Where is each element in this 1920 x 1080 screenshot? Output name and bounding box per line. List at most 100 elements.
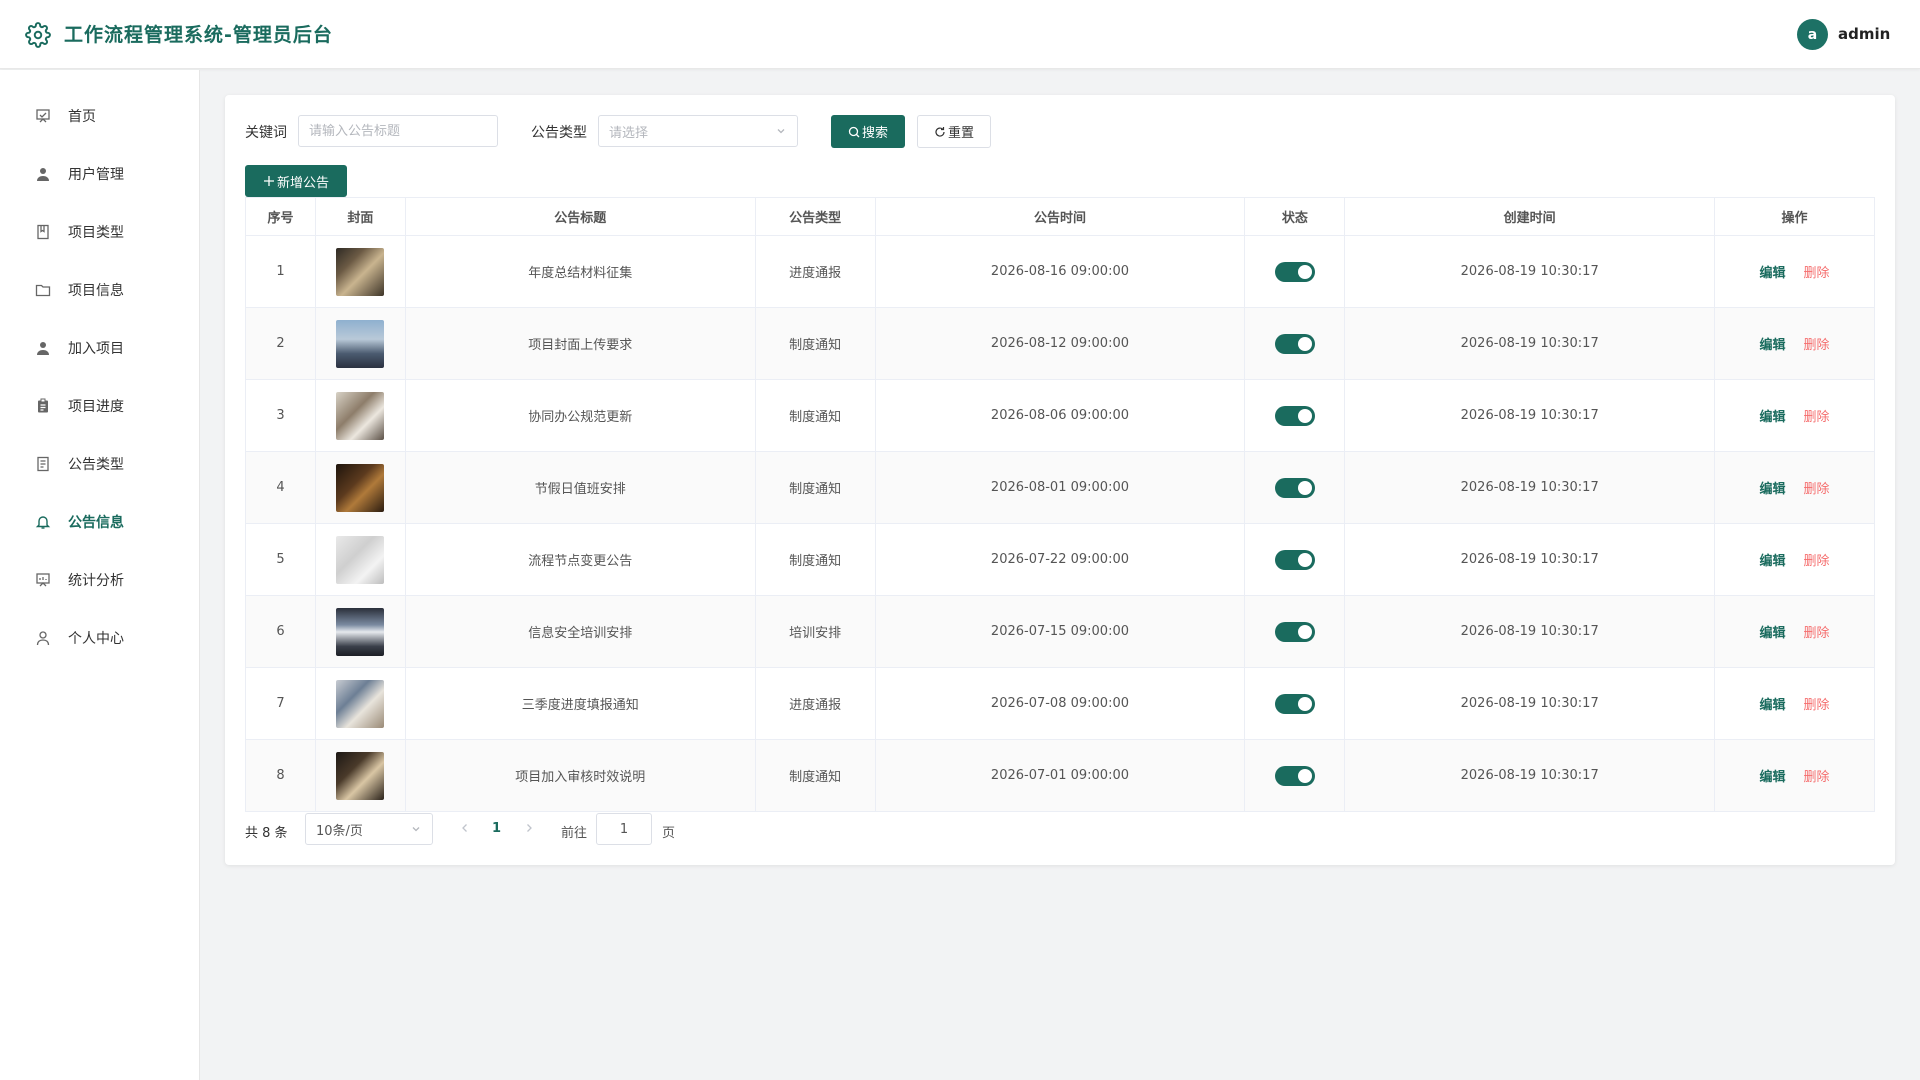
delete-button[interactable]: 删除 [1804, 554, 1830, 569]
status-toggle[interactable] [1274, 549, 1315, 570]
cover-image[interactable] [336, 751, 385, 800]
table-row: 7 三季度进度填报通知 进度通报 2026-07-08 09:00:00 202… [245, 667, 1875, 740]
search-button[interactable]: 搜索 [831, 115, 905, 148]
delete-button[interactable]: 删除 [1804, 410, 1830, 425]
status-toggle[interactable] [1274, 405, 1315, 426]
sidebar-item-statistics[interactable]: 统计分析 [0, 551, 199, 609]
pagination-total: 共 8 条 [245, 826, 288, 841]
status-toggle[interactable] [1274, 765, 1315, 786]
page-number[interactable]: 1 [492, 821, 501, 836]
edit-button[interactable]: 编辑 [1760, 482, 1786, 497]
sidebar-item-project-types[interactable]: 项目类型 [0, 203, 199, 261]
main-panel: 关键词 公告类型 请选择 搜索 重置 新增公告 序号 封面 公告标题 公告类型 … [225, 95, 1895, 865]
cover-image[interactable] [336, 463, 385, 512]
chevron-right-icon[interactable] [522, 821, 536, 835]
sidebar-item-project-progress[interactable]: 项目进度 [0, 377, 199, 435]
sidebar-item-join-project[interactable]: 加入项目 [0, 319, 199, 377]
notice-type: 制度通知 [754, 739, 876, 812]
table-row: 6 信息安全培训安排 培训安排 2026-07-15 09:00:00 2026… [245, 595, 1875, 668]
row-index: 4 [245, 451, 316, 524]
gear-icon [25, 22, 51, 48]
search-icon [848, 126, 860, 137]
edit-button[interactable]: 编辑 [1760, 626, 1786, 641]
username[interactable]: admin [1838, 25, 1890, 43]
delete-button[interactable]: 删除 [1804, 698, 1830, 713]
notice-time: 2026-07-22 09:00:00 [874, 523, 1246, 596]
row-index: 6 [245, 595, 316, 668]
edit-button[interactable]: 编辑 [1760, 698, 1786, 713]
add-notice-button[interactable]: 新增公告 [245, 165, 347, 197]
page-unit-label: 页 [662, 826, 676, 841]
sidebar-item-users[interactable]: 用户管理 [0, 145, 199, 203]
notice-title: 协同办公规范更新 [404, 379, 756, 452]
edit-button[interactable]: 编辑 [1760, 410, 1786, 425]
notice-title: 节假日值班安排 [404, 451, 756, 524]
notice-time: 2026-07-01 09:00:00 [874, 739, 1246, 812]
column-header: 状态 [1244, 197, 1346, 236]
notice-type-placeholder: 请选择 [609, 125, 649, 141]
cover-image[interactable] [336, 319, 385, 368]
keyword-input[interactable] [298, 115, 498, 147]
table-row: 3 协同办公规范更新 制度通知 2026-08-06 09:00:00 2026… [245, 379, 1875, 452]
status-toggle[interactable] [1274, 333, 1315, 354]
column-header: 序号 [245, 197, 316, 236]
bell-icon [34, 513, 52, 531]
notice-title: 信息安全培训安排 [404, 595, 756, 668]
notice-table: 序号 封面 公告标题 公告类型 公告时间 状态 创建时间 操作 1 年度总结材料… [245, 197, 1875, 812]
sidebar-item-notice-info[interactable]: 公告信息 [0, 493, 199, 551]
created-time: 2026-08-19 10:30:17 [1344, 523, 1716, 596]
sidebar: 首页 用户管理 项目类型 项目信息 加入项目 项目进度 公告类型 公告信息 统计… [0, 70, 200, 1080]
chevron-left-icon[interactable] [458, 821, 472, 835]
cover-image[interactable] [336, 607, 385, 656]
page-size-select[interactable]: 10条/页 [305, 813, 433, 845]
status-toggle[interactable] [1274, 477, 1315, 498]
status-toggle[interactable] [1274, 693, 1315, 714]
page-size-value: 10条/页 [316, 823, 363, 839]
chevron-down-icon [412, 827, 420, 832]
delete-button[interactable]: 删除 [1804, 266, 1830, 281]
delete-button[interactable]: 删除 [1804, 770, 1830, 785]
clipboard-icon [34, 397, 52, 415]
notice-time: 2026-08-12 09:00:00 [874, 307, 1246, 380]
notice-time: 2026-07-15 09:00:00 [874, 595, 1246, 668]
row-index: 3 [245, 379, 316, 452]
folder-icon [34, 281, 52, 299]
delete-button[interactable]: 删除 [1804, 482, 1830, 497]
status-toggle[interactable] [1274, 621, 1315, 642]
status-toggle[interactable] [1274, 261, 1315, 282]
keyword-label: 关键词 [245, 125, 287, 141]
edit-button[interactable]: 编辑 [1760, 770, 1786, 785]
delete-button[interactable]: 删除 [1804, 338, 1830, 353]
sidebar-item-notice-types[interactable]: 公告类型 [0, 435, 199, 493]
sidebar-item-project-info[interactable]: 项目信息 [0, 261, 199, 319]
table-row: 1 年度总结材料征集 进度通报 2026-08-16 09:00:00 2026… [245, 235, 1875, 308]
table-row: 5 流程节点变更公告 制度通知 2026-07-22 09:00:00 2026… [245, 523, 1875, 596]
cover-image[interactable] [336, 535, 385, 584]
sidebar-item-home[interactable]: 首页 [0, 87, 199, 145]
sidebar-item-label: 用户管理 [68, 167, 124, 183]
user-add-icon [34, 339, 52, 357]
column-header: 公告类型 [754, 197, 876, 236]
avatar[interactable]: a [1797, 19, 1828, 50]
created-time: 2026-08-19 10:30:17 [1344, 379, 1716, 452]
created-time: 2026-08-19 10:30:17 [1344, 235, 1716, 308]
notice-type: 制度通知 [754, 523, 876, 596]
row-index: 2 [245, 307, 316, 380]
column-header: 封面 [314, 197, 406, 236]
refresh-icon [935, 126, 945, 137]
edit-button[interactable]: 编辑 [1760, 338, 1786, 353]
table-header-row: 序号 封面 公告标题 公告类型 公告时间 状态 创建时间 操作 [245, 197, 1875, 236]
edit-button[interactable]: 编辑 [1760, 554, 1786, 569]
cover-image[interactable] [336, 247, 385, 296]
table-row: 2 项目封面上传要求 制度通知 2026-08-12 09:00:00 2026… [245, 307, 1875, 380]
goto-page-input[interactable] [596, 813, 652, 845]
reset-button[interactable]: 重置 [917, 115, 991, 148]
notice-type-select[interactable]: 请选择 [598, 115, 798, 147]
edit-button[interactable]: 编辑 [1760, 266, 1786, 281]
cover-image[interactable] [336, 391, 385, 440]
delete-button[interactable]: 删除 [1804, 626, 1830, 641]
book-icon [34, 223, 52, 241]
sidebar-item-profile[interactable]: 个人中心 [0, 609, 199, 667]
cover-image[interactable] [336, 679, 385, 728]
notice-type: 制度通知 [754, 379, 876, 452]
